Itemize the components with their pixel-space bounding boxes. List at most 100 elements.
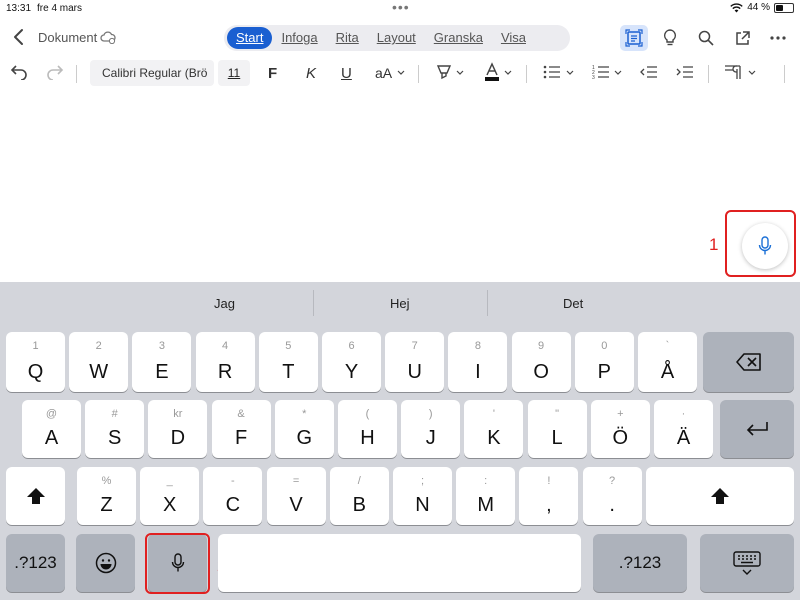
key-ö[interactable]: + Ö: [590, 400, 650, 458]
key-s[interactable]: # S: [85, 400, 145, 458]
font-size-field[interactable]: 11: [218, 60, 250, 86]
hide-keyboard-key[interactable]: [700, 534, 794, 592]
change-case-button[interactable]: aA: [375, 60, 392, 86]
ideas-button[interactable]: [656, 25, 684, 51]
key-b[interactable]: / B: [329, 467, 389, 525]
shift-key-right[interactable]: [646, 467, 794, 525]
space-key[interactable]: [218, 534, 581, 592]
key-alt-label: =: [292, 475, 300, 487]
chevron-left-icon[interactable]: [10, 27, 28, 47]
key-,[interactable]: !,: [519, 467, 579, 525]
key-o[interactable]: 9O: [511, 332, 571, 392]
key-alt-label: %: [101, 475, 112, 487]
key-alt-label: /: [357, 475, 361, 487]
italic-button[interactable]: K: [306, 60, 316, 86]
key-alt-label: :: [484, 475, 488, 487]
key-y[interactable]: 6Y: [322, 332, 381, 392]
prediction-1[interactable]: Jag: [214, 296, 235, 311]
key-u[interactable]: 7U: [385, 332, 445, 392]
key-l[interactable]: " L: [527, 400, 587, 458]
numbers-key-right[interactable]: .?123: [593, 534, 687, 592]
key-alt-label: 4: [222, 340, 229, 352]
key-c[interactable]: -C: [203, 467, 263, 525]
search-icon: [698, 30, 714, 46]
shift-icon: [711, 488, 729, 504]
key-label: H: [360, 427, 375, 449]
bold-button[interactable]: F: [268, 60, 277, 86]
key-label: W: [89, 361, 109, 383]
tab-infoga[interactable]: Infoga: [272, 27, 326, 49]
divider: [418, 65, 419, 83]
key-alt-label: ': [492, 408, 495, 420]
shift-key-left[interactable]: [6, 467, 65, 525]
key-f[interactable]: & F: [211, 400, 271, 458]
key-a[interactable]: @ A: [22, 400, 81, 458]
key-alt-label: 6: [348, 340, 355, 352]
numbers-key-left[interactable]: .?123: [6, 534, 65, 592]
key-.[interactable]: ?.: [582, 467, 642, 525]
key-ä[interactable]: · Ä: [654, 400, 713, 458]
key-g[interactable]: * G: [274, 400, 334, 458]
key-d[interactable]: kr D: [148, 400, 208, 458]
key-z[interactable]: % Z: [77, 467, 136, 525]
wifi-icon: [730, 2, 743, 12]
formatting-ribbon: Calibri Regular (Brö 11 F K U aA 123: [0, 56, 800, 90]
key-label: D: [170, 427, 186, 449]
numbered-list-icon[interactable]: 123: [592, 64, 610, 80]
prediction-2[interactable]: Hej: [390, 296, 410, 311]
tab-rita[interactable]: Rita: [327, 27, 368, 49]
key-t[interactable]: 5T: [258, 332, 318, 392]
key-alt-label: +: [617, 408, 624, 420]
multitasking-dots[interactable]: •••: [392, 0, 410, 14]
document-title[interactable]: Dokument: [38, 30, 97, 45]
undo-icon[interactable]: [10, 64, 28, 80]
font-name-field[interactable]: Calibri Regular (Brö: [90, 60, 214, 86]
paragraph-format-icon[interactable]: [724, 64, 742, 80]
key-alt-label: #: [111, 408, 118, 420]
more-button[interactable]: [764, 25, 792, 51]
highlighter-icon[interactable]: [436, 64, 452, 82]
key-x[interactable]: _ X: [140, 467, 200, 525]
tab-granska[interactable]: Granska: [425, 27, 492, 49]
backspace-key[interactable]: [703, 332, 794, 392]
key-alt-label: 5: [285, 340, 292, 352]
key-e[interactable]: 3E: [132, 332, 192, 392]
font-color-icon[interactable]: [484, 62, 500, 82]
return-key[interactable]: [720, 400, 794, 458]
key-w[interactable]: 2W: [69, 332, 129, 392]
annotation-highlight-2: [145, 533, 210, 594]
annotation-label-1: 1: [709, 235, 719, 254]
cloud-sync-icon[interactable]: [100, 30, 116, 44]
key-å[interactable]: ` Å: [638, 332, 697, 392]
increase-indent-icon[interactable]: [676, 65, 694, 79]
key-h[interactable]: (H: [338, 400, 397, 458]
tab-layout[interactable]: Layout: [368, 27, 425, 49]
key-label: T: [282, 361, 295, 383]
key-n[interactable]: ; N: [393, 467, 452, 525]
mobile-view-button[interactable]: [620, 25, 648, 51]
bullet-list-icon[interactable]: [543, 65, 561, 79]
divider: [313, 290, 314, 316]
redo-icon[interactable]: [46, 64, 64, 80]
search-button[interactable]: [692, 25, 720, 51]
prediction-3[interactable]: Det: [563, 296, 583, 311]
shift-icon: [26, 488, 45, 504]
key-alt-label: 1: [32, 340, 39, 352]
tab-visa[interactable]: Visa: [492, 27, 535, 49]
key-j[interactable]: ) J: [401, 400, 461, 458]
document-canvas[interactable]: [0, 90, 800, 282]
key-i[interactable]: 8I: [448, 332, 508, 392]
underline-button[interactable]: U: [341, 60, 352, 86]
key-v[interactable]: = V: [266, 467, 326, 525]
share-button[interactable]: [728, 25, 756, 51]
emoji-key[interactable]: [76, 534, 135, 592]
key-k[interactable]: ' K: [464, 400, 524, 458]
tab-start[interactable]: Start: [227, 27, 273, 49]
key-p[interactable]: 0P: [574, 332, 634, 392]
key-m[interactable]: :M: [456, 467, 516, 525]
key-q[interactable]: 1Q: [6, 332, 65, 392]
dictate-button[interactable]: [742, 223, 788, 269]
decrease-indent-icon[interactable]: [640, 65, 658, 79]
key-label: Ö: [612, 427, 629, 449]
key-r[interactable]: 4R: [195, 332, 255, 392]
